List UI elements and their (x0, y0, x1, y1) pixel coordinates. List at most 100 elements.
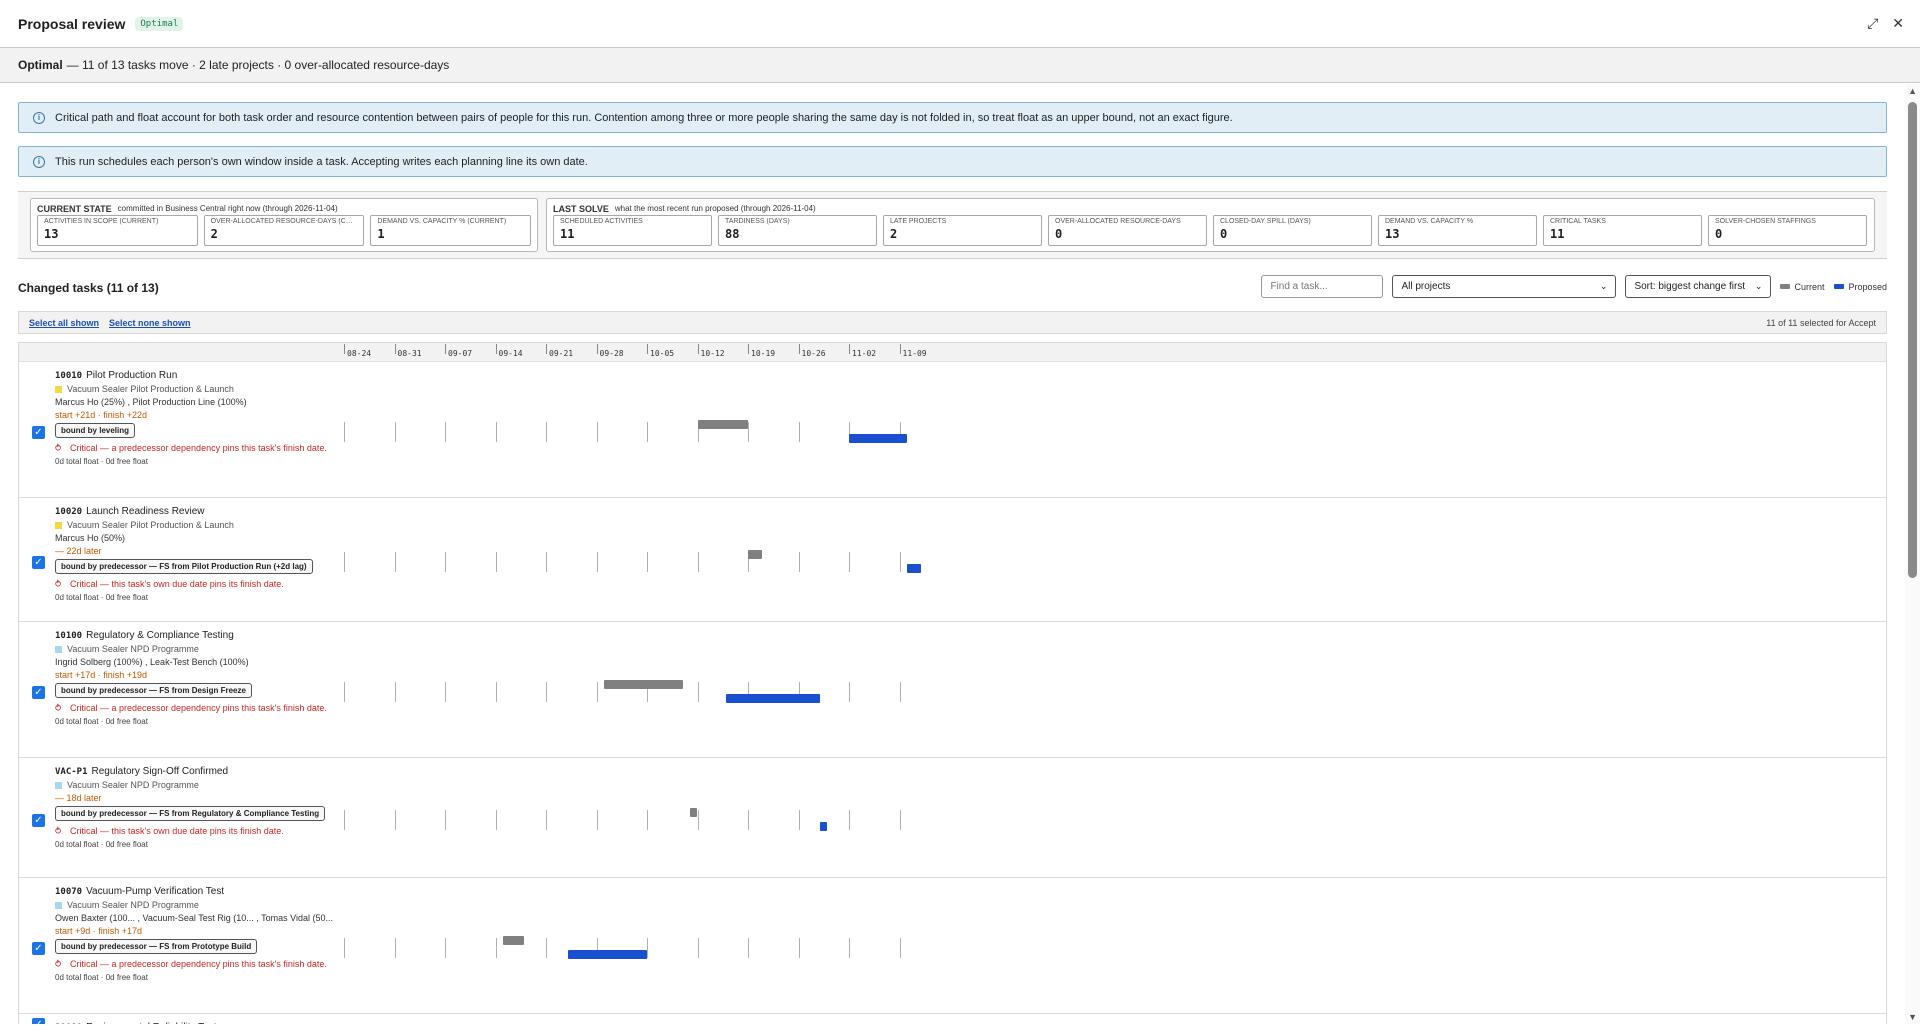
task-delta: — 18d later (55, 793, 102, 803)
metric-value: 0 (1055, 227, 1063, 241)
gridline (849, 938, 850, 958)
close-icon[interactable]: ✕ (1892, 14, 1904, 32)
gridline (394, 552, 396, 572)
project-name: Vacuum Sealer NPD Programme (67, 644, 199, 654)
project-color-swatch (55, 781, 62, 789)
metric-card: OVER-ALLOCATED RESOURCE-DAYS 0 (1048, 215, 1207, 246)
task-name: 10010 Pilot Production Run (55, 370, 345, 381)
current-bar (697, 420, 748, 429)
current-bar (603, 680, 684, 689)
current-state-group: CURRENT STATE committed in Business Centr… (30, 198, 538, 252)
task-delta: — 22d later (55, 546, 102, 556)
task-info: 10020 Launch Readiness Review Vacuum Seale… (55, 506, 345, 602)
task-project: Vacuum Sealer Pilot Production & Launch (55, 384, 345, 394)
scroll-down-icon[interactable]: ▼ (1908, 1012, 1917, 1022)
float-info: 0d total float · 0d free float (55, 973, 148, 982)
axis-tick-line (849, 344, 850, 354)
task-info: VAC-P1 Regulatory Sign-Off Confirmed Vacuu… (55, 766, 345, 849)
scrollbar[interactable]: ▲ ▼ (1905, 84, 1920, 1024)
critical-icon: ⥁ (55, 579, 62, 589)
metric-card: TARDINESS (DAYS) 88 (718, 215, 877, 246)
task-name: 10100 Regulatory & Compliance Testing (55, 630, 345, 641)
task-title: Vacuum-Pump Verification Test (86, 886, 225, 897)
task-checkbox[interactable]: ✓ (32, 1018, 45, 1024)
dialog-content: i Critical path and float account for bo… (0, 84, 1905, 1024)
sort-value: Sort: biggest change first (1634, 281, 1746, 292)
metric-card: SOLVER-CHOSEN STAFFINGS 0 (1708, 215, 1867, 246)
bound-badge: bound by predecessor — FS from Prototype… (55, 939, 258, 954)
task-row: ✓ VAC-P1 Regulatory Sign-Off Confirmed Vacu… (19, 758, 1886, 878)
axis-tick-label: 09-07 (448, 349, 473, 358)
select-none-link[interactable]: Select none shown (109, 318, 191, 328)
metric-label: OVER-ALLOCATED RESOURCE-DAYS (1055, 218, 1181, 225)
metric-card: LATE PROJECTS 2 (883, 215, 1042, 246)
gridline (445, 810, 446, 830)
proposed-bar (906, 564, 922, 573)
metric-value: 88 (725, 227, 740, 241)
info-icon: i (33, 155, 45, 168)
bound-badge: bound by predecessor — FS from Pilot Pro… (55, 559, 313, 574)
gridline (899, 810, 901, 830)
axis-tick-line (748, 344, 749, 354)
task-name: 10070 Vacuum-Pump Verification Test (55, 886, 345, 897)
gridline (748, 810, 749, 830)
critical-text: Critical — a predecessor dependency pins… (70, 959, 327, 969)
project-filter-select[interactable]: All projects ⌄ (1392, 275, 1617, 298)
status-badge: Optimal (135, 16, 184, 31)
selection-count: 11 of 11 selected for Accept (1766, 317, 1876, 328)
metric-value: 11 (560, 227, 575, 241)
task-code: 10070 (55, 887, 83, 897)
task-checkbox[interactable]: ✓ (32, 426, 45, 439)
axis-tick-label: 09-14 (498, 349, 523, 358)
axis-tick-label: 10-05 (650, 349, 675, 358)
metric-label: DEMAND VS. CAPACITY % (1385, 218, 1474, 225)
gridline (697, 810, 699, 830)
gridline (344, 682, 345, 702)
task-code: 10020 (55, 507, 83, 517)
task-search-input[interactable] (1261, 275, 1384, 298)
critical-note: ⥁ Critical — this task's own due date pin… (55, 578, 345, 590)
info-notice-contention: i Critical path and float account for bo… (18, 102, 1887, 133)
task-row: ✓ 10080 Environmental Reliability Test (19, 1014, 1886, 1024)
axis-tick-line (445, 344, 446, 354)
critical-icon: ⥁ (55, 703, 62, 713)
select-all-link[interactable]: Select all shown (29, 318, 99, 328)
current-bar (502, 936, 525, 945)
sort-select[interactable]: Sort: biggest change first ⌄ (1625, 275, 1772, 298)
last-solve-subtitle: what the most recent run proposed (throu… (614, 204, 816, 213)
gridline (445, 552, 446, 572)
gridline (495, 682, 497, 702)
summary-bar: Optimal — 11 of 13 tasks move · 2 late p… (0, 48, 1920, 83)
scrollbar-thumb[interactable] (1908, 102, 1917, 578)
axis-tick-label: 09-21 (549, 349, 574, 358)
metric-label: OVER-ALLOCATED RESOURCE-DAYS (CURRENT) (210, 218, 358, 225)
current-state-title: CURRENT STATE (37, 203, 112, 214)
metric-label: CRITICAL TASKS (1550, 218, 1606, 225)
float-info: 0d total float · 0d free float (55, 457, 148, 466)
gridline (647, 552, 648, 572)
critical-text: Critical — a predecessor dependency pins… (70, 703, 327, 713)
task-checkbox[interactable]: ✓ (32, 814, 45, 827)
metric-card: SCHEDULED ACTIVITIES 11 (553, 215, 712, 246)
gridline (546, 422, 547, 442)
metric-label: SOLVER-CHOSEN STAFFINGS (1715, 218, 1816, 225)
task-checkbox[interactable]: ✓ (32, 942, 45, 955)
task-checkbox[interactable]: ✓ (32, 686, 45, 699)
gridline (647, 938, 648, 958)
gridline (798, 938, 800, 958)
critical-icon: ⥁ (55, 959, 62, 969)
gridline (546, 552, 547, 572)
gridline (596, 682, 598, 702)
task-delta: start +9d · finish +17d (55, 926, 143, 936)
task-checkbox[interactable]: ✓ (32, 556, 45, 569)
metrics-panel: CURRENT STATE committed in Business Centr… (18, 191, 1887, 259)
metric-card: DEMAND VS. CAPACITY % (CURRENT) 1 (370, 215, 532, 246)
gridline (344, 938, 345, 958)
metric-label: SCHEDULED ACTIVITIES (560, 218, 643, 225)
gridline (849, 552, 850, 572)
task-info: 10100 Regulatory & Compliance Testing Vacu… (55, 630, 345, 726)
scroll-up-icon[interactable]: ▲ (1908, 86, 1917, 96)
gridline (849, 810, 850, 830)
axis-tick-label: 10-26 (801, 349, 826, 358)
expand-icon[interactable]: ⤢ (1867, 14, 1878, 32)
